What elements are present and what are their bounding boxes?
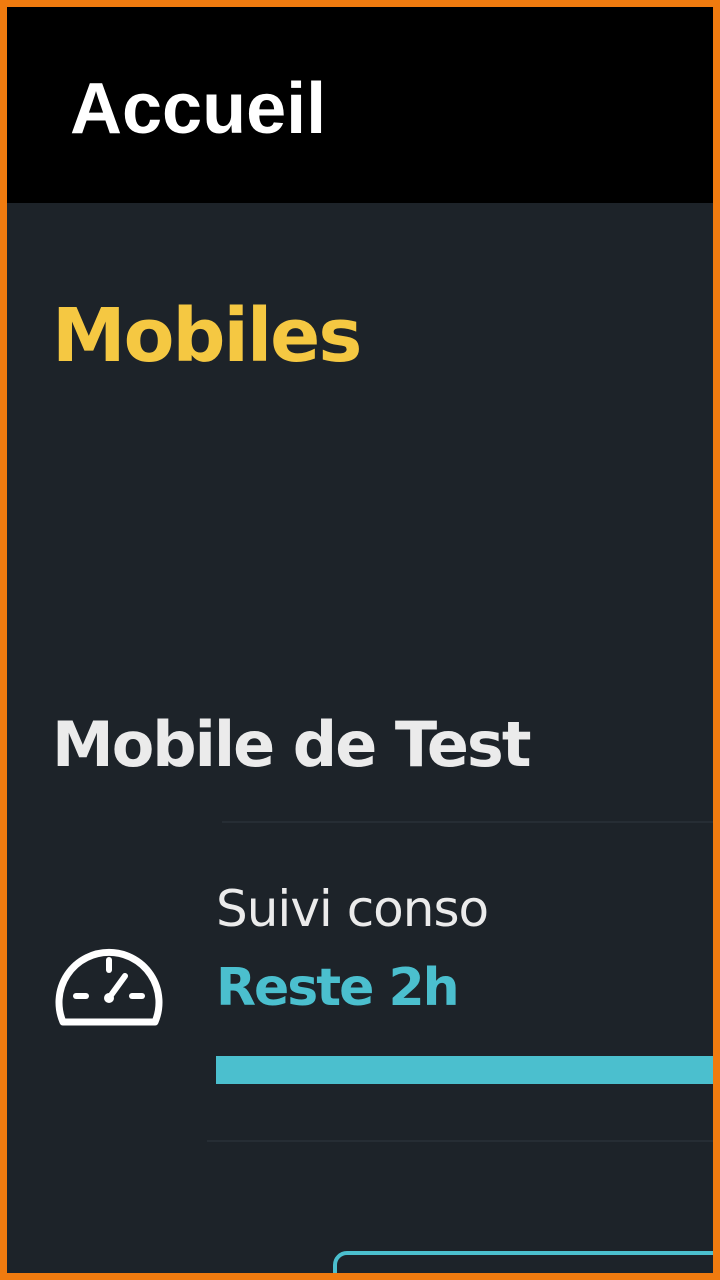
top-app-bar: Accueil (7, 7, 713, 203)
app-screen: Accueil Mobiles Mobile de Test Suivi con… (0, 0, 720, 1280)
page-title: Accueil (70, 69, 327, 149)
device-name: Mobile de Test (52, 708, 531, 781)
divider-bottom (207, 1140, 713, 1142)
divider-top (222, 821, 713, 823)
usage-progress-fill (216, 1056, 713, 1084)
outlined-button-partial[interactable] (333, 1251, 713, 1273)
usage-label: Suivi conso (216, 880, 489, 938)
speedometer-icon (55, 948, 163, 1026)
usage-remaining: Reste 2h (216, 958, 460, 1018)
usage-progress-bar (216, 1056, 713, 1084)
section-title-mobiles: Mobiles (52, 293, 362, 379)
